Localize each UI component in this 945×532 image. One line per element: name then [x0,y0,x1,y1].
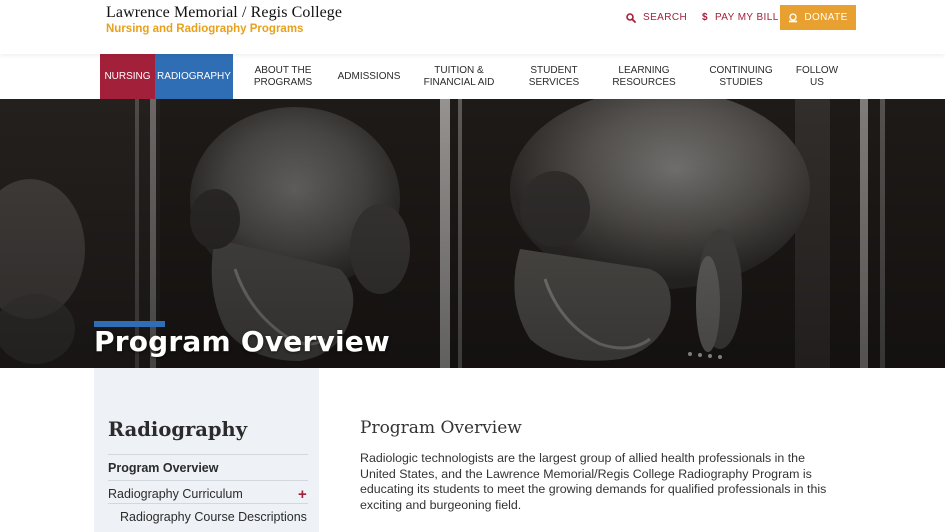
search-icon [626,12,636,23]
pay-bill-link[interactable]: $ PAY MY BILL [702,5,779,30]
content-title: Program Overview [360,418,522,438]
nav-label: SERVICES [528,76,580,88]
nav-item-nursing[interactable]: NURSING [100,54,155,99]
donate-icon [788,12,798,23]
nav-label: US [810,76,824,88]
nav-item-learning-resources[interactable]: LEARNING RESOURCES [606,54,682,99]
nav-label: STUDIES [719,76,763,88]
sidebar-item-program-overview[interactable]: Program Overview [108,461,308,475]
nav-label: FINANCIAL AID [423,76,495,88]
nav-label: TUITION & [434,65,484,76]
nav-item-tuition-financial-aid[interactable]: TUITION & FINANCIAL AID [418,54,500,99]
pay-bill-label: PAY MY BILL [714,12,779,23]
main-nav: NURSING RADIOGRAPHY ABOUT THE PROGRAMS AD… [0,54,945,99]
nav-item-radiography[interactable]: RADIOGRAPHY [155,54,233,99]
nav-label: CONTINUING [709,65,773,76]
nav-label: NURSING [104,70,151,82]
site-logo[interactable]: Lawrence Memorial / Regis College Nursin… [106,4,342,35]
sidebar-item-radiography-curriculum[interactable]: Radiography Curriculum [108,487,308,501]
nav-label: RESOURCES [612,76,676,88]
sidebar-subitem-course-descriptions[interactable]: Radiography Course Descriptions [120,510,320,524]
nav-label: LEARNING [618,65,670,76]
top-bar: Lawrence Memorial / Regis College Nursin… [0,0,945,54]
nav-label: FOLLOW [795,65,839,76]
nav-label: PROGRAMS [253,76,313,88]
logo-title: Lawrence Memorial / Regis College [106,4,343,21]
donate-label: DONATE [804,12,848,23]
nav-item-admissions[interactable]: ADMISSIONS [333,54,405,99]
nav-label: STUDENT [530,65,578,76]
sidebar-divider [108,503,308,504]
nav-item-follow-us[interactable]: FOLLOW US [792,54,842,99]
expand-plus-icon[interactable]: + [298,487,307,502]
logo-subtitle: Nursing and Radiography Programs [106,23,304,35]
nav-item-student-services[interactable]: STUDENT SERVICES [520,54,588,99]
nav-item-continuing-studies[interactable]: CONTINUING STUDIES [704,54,778,99]
section-sidebar: Radiography Program Overview Radiography… [94,368,319,532]
search-link[interactable]: SEARCH [626,5,687,30]
hero-banner: Program Overview [0,99,945,368]
hero-title: Program Overview [94,325,390,358]
nav-label: ADMISSIONS [337,70,401,82]
dollar-icon: $ [702,12,708,23]
sidebar-title: Radiography [108,418,248,441]
sidebar-divider [108,480,308,481]
search-label: SEARCH [643,12,688,23]
nav-item-about-programs[interactable]: ABOUT THE PROGRAMS [243,54,323,99]
nav-label: RADIOGRAPHY [157,70,231,82]
sidebar-divider [108,454,308,455]
nav-label: ABOUT THE [254,65,312,76]
donate-button[interactable]: DONATE [780,5,856,30]
content-paragraph: Radiologic technologists are the largest… [360,451,827,512]
